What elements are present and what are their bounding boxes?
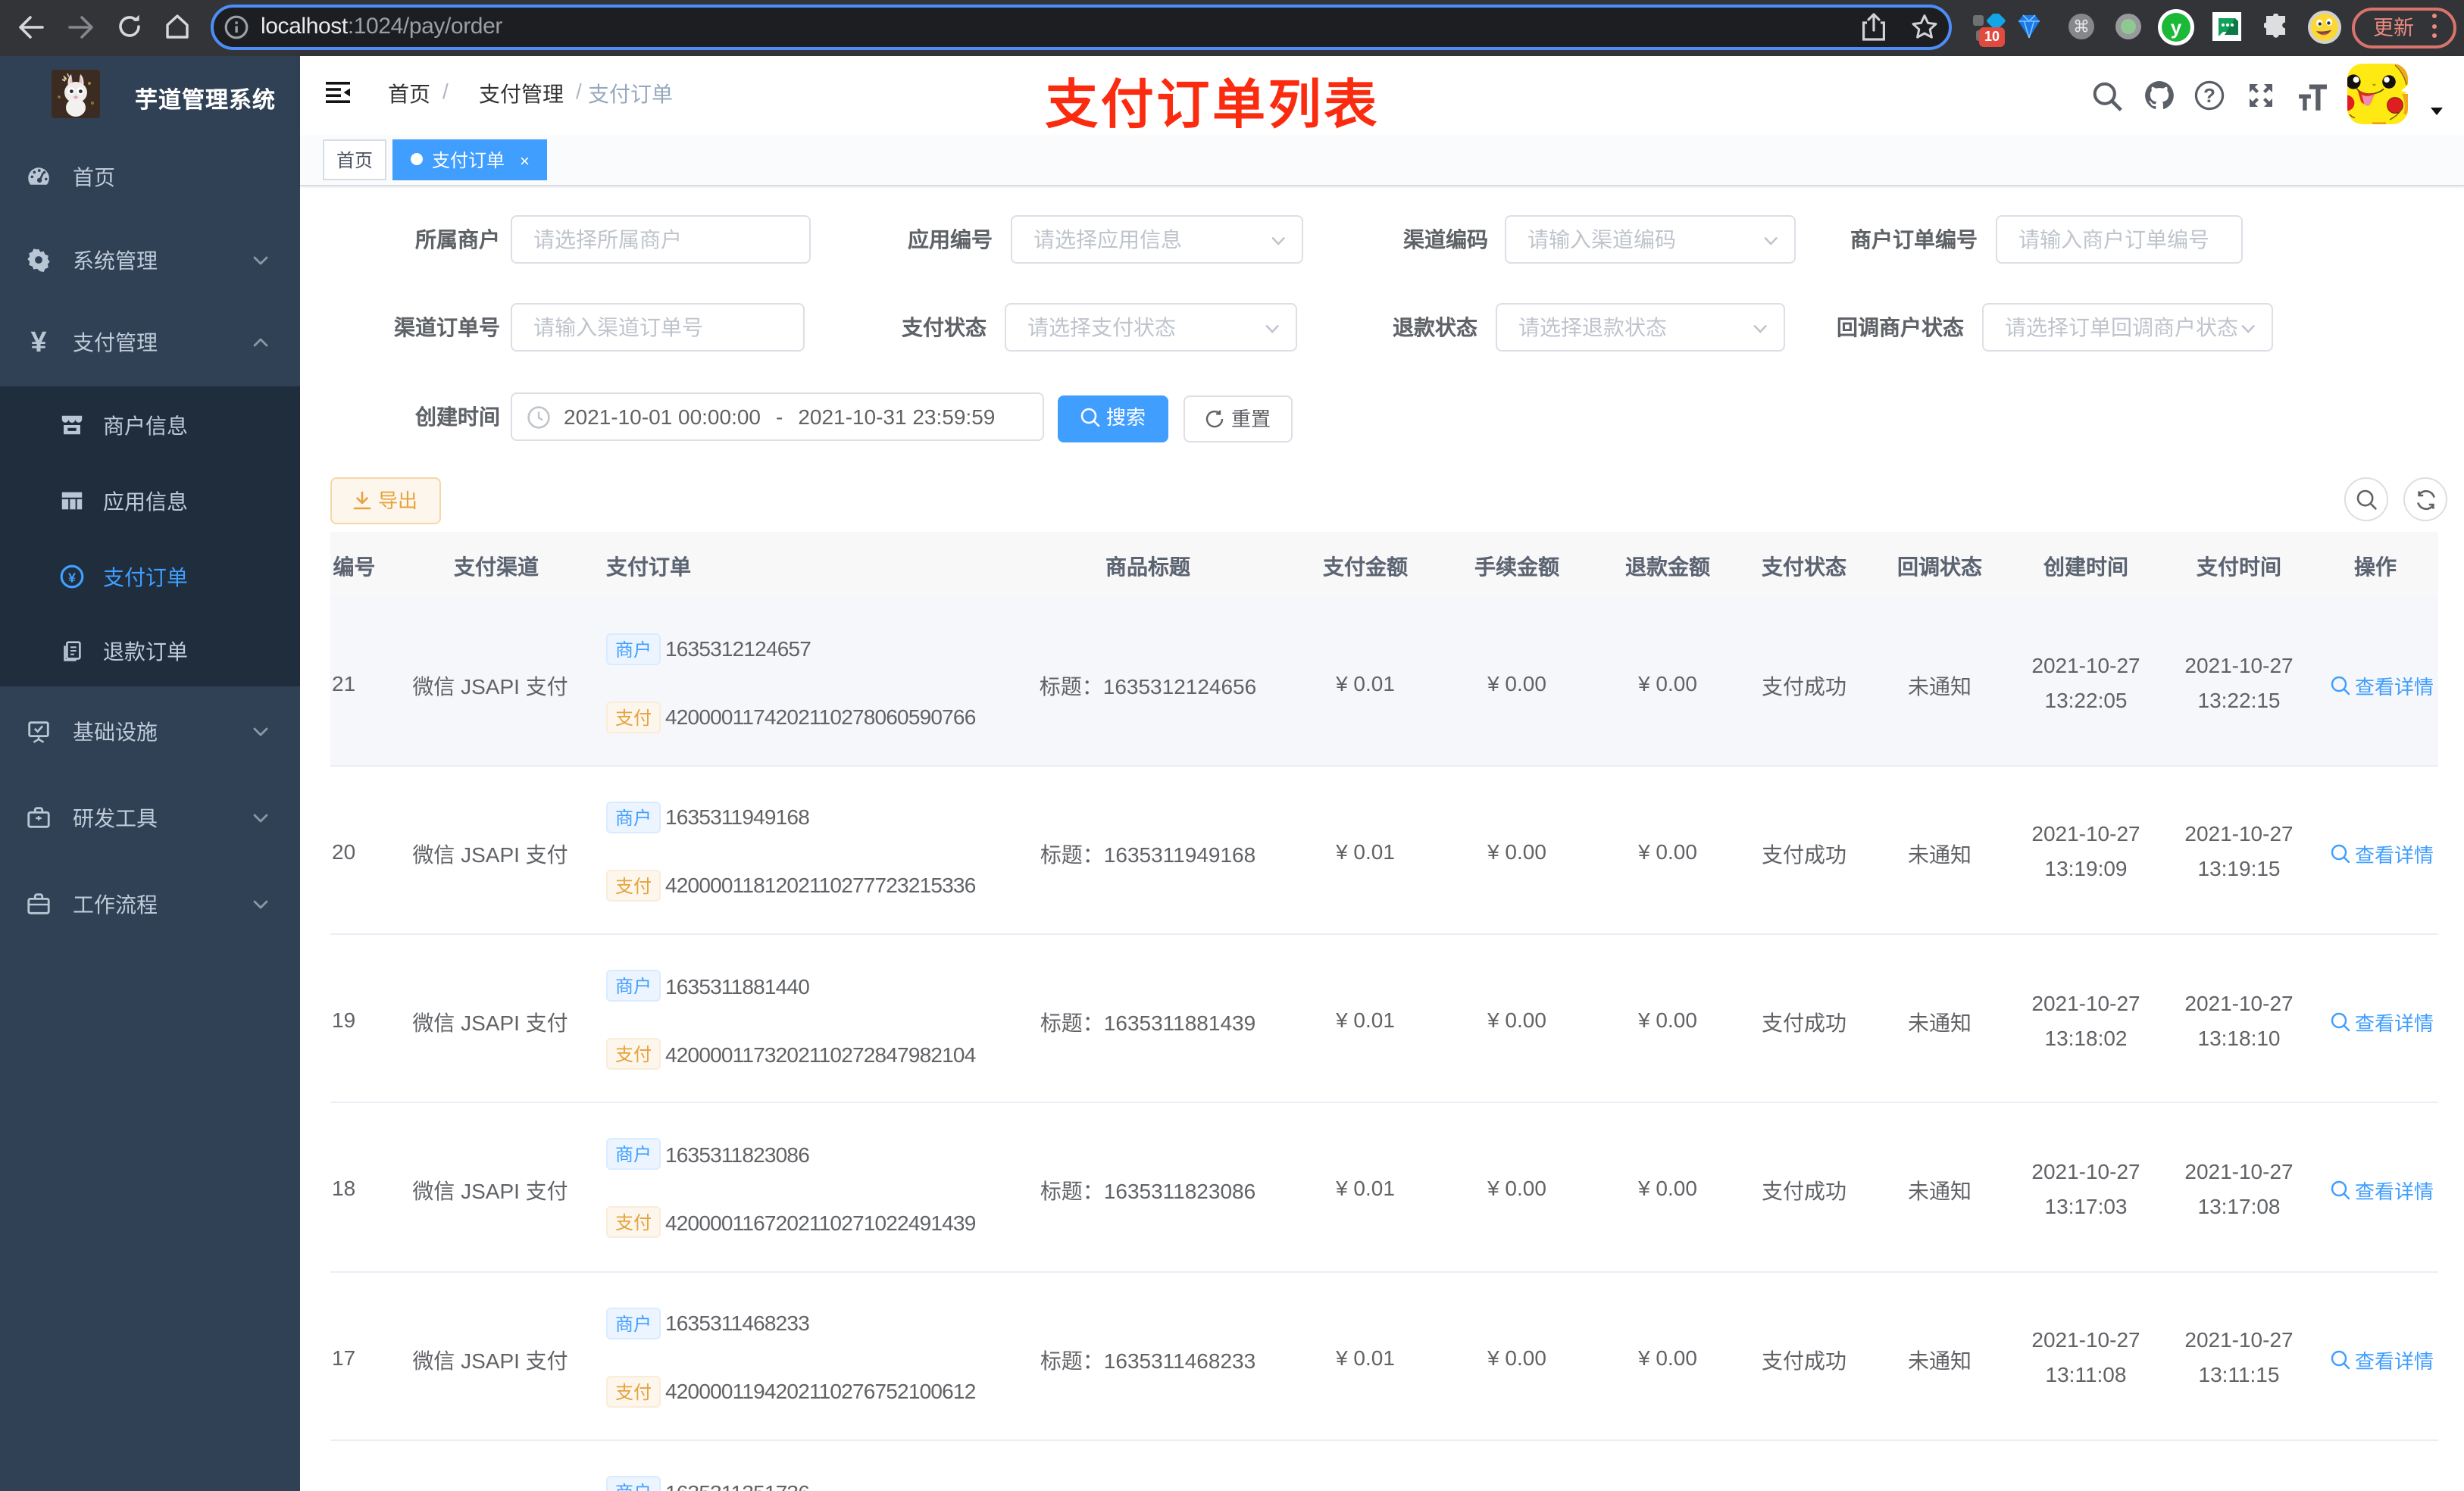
svg-text:⌘: ⌘ (2073, 17, 2090, 36)
svg-text:¥: ¥ (68, 570, 76, 586)
svg-text:¥: ¥ (30, 329, 46, 355)
svg-text:y: y (2171, 16, 2182, 39)
svg-text:?: ? (2203, 84, 2215, 107)
